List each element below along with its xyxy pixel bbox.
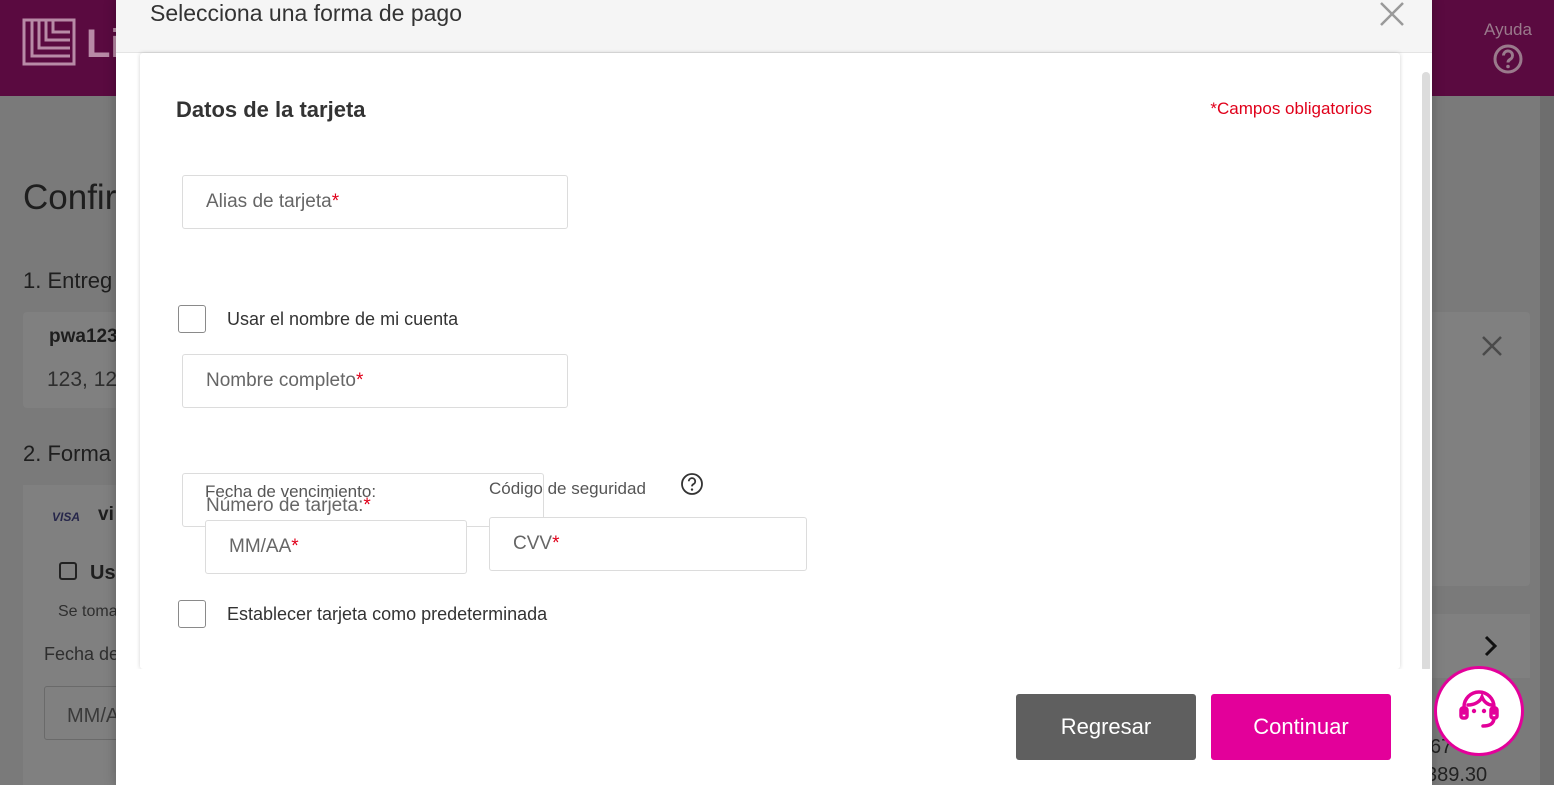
summary-card: [1424, 312, 1530, 586]
address-name: pwa123: [49, 326, 118, 347]
bg-expiry-label: Fecha de: [44, 644, 120, 664]
bg-expiry-placeholder: MM/A: [67, 705, 120, 727]
payment-modal: Selecciona una forma de pago Datos de la…: [116, 0, 1432, 785]
card-form: Datos de la tarjeta *Campos obligatorios…: [140, 53, 1400, 669]
full-name-field[interactable]: Nombre completo*: [182, 354, 568, 408]
bg-checkbox-label: Us: [90, 562, 116, 584]
visa-logo: VISA: [52, 510, 81, 524]
cvv-field[interactable]: CVV*: [489, 517, 807, 571]
modal-header: Selecciona una forma de pago: [116, 0, 1432, 53]
summary-value-2: 389.30: [1426, 764, 1488, 785]
bg-info-text: Se toma: [58, 603, 118, 620]
continue-button[interactable]: Continuar: [1211, 694, 1391, 760]
full-name-placeholder: Nombre completo*: [206, 370, 364, 391]
expiry-placeholder: MM/AA*: [229, 536, 299, 557]
section-title: Datos de la tarjeta: [176, 97, 366, 122]
page-title: Confir: [23, 178, 117, 217]
page-scrollbar[interactable]: [1540, 96, 1554, 785]
checkbox[interactable]: [178, 305, 206, 333]
help-label: Ayuda: [1484, 20, 1532, 39]
checkbox[interactable]: [178, 600, 206, 628]
security-code-label: Código de seguridad: [489, 479, 646, 498]
alias-placeholder: Alias de tarjeta*: [206, 191, 340, 212]
chevron-right-icon: [1484, 635, 1498, 657]
support-agent-icon: [1459, 690, 1499, 728]
set-default-checkbox[interactable]: Establecer tarjeta como predeterminada: [178, 600, 547, 628]
step-payment-title: 2. Forma: [23, 441, 112, 466]
close-icon[interactable]: [1378, 0, 1406, 28]
step-delivery-title: 1. Entreg: [23, 268, 113, 293]
help-circle-icon: [1493, 44, 1523, 74]
brand-logo-icon: [22, 18, 76, 66]
modal-footer: Regresar Continuar: [116, 669, 1432, 785]
use-account-name-checkbox[interactable]: Usar el nombre de mi cuenta: [178, 305, 458, 333]
chat-support-button[interactable]: [1434, 666, 1524, 756]
cvv-placeholder: CVV*: [513, 533, 560, 554]
expiry-field[interactable]: MM/AA*: [205, 520, 467, 574]
expiry-label: Fecha de vencimiento:: [205, 482, 377, 501]
address-line: 123, 12: [47, 368, 118, 391]
help-circle-icon[interactable]: [680, 472, 704, 496]
required-note: *Campos obligatorios: [1210, 99, 1372, 118]
set-default-label: Establecer tarjeta como predeterminada: [227, 603, 548, 624]
alias-field[interactable]: Alias de tarjeta*: [182, 175, 568, 229]
modal-scrollbar[interactable]: [1422, 72, 1430, 672]
back-button[interactable]: Regresar: [1016, 694, 1196, 760]
modal-title: Selecciona una forma de pago: [150, 0, 462, 26]
bg-checkbox[interactable]: [59, 562, 77, 580]
help-link[interactable]: Ayuda: [1480, 20, 1536, 74]
use-account-name-label: Usar el nombre de mi cuenta: [227, 308, 459, 329]
close-icon[interactable]: [1478, 332, 1506, 360]
visa-card-label: vi: [98, 504, 114, 525]
payment-card: [23, 485, 123, 785]
